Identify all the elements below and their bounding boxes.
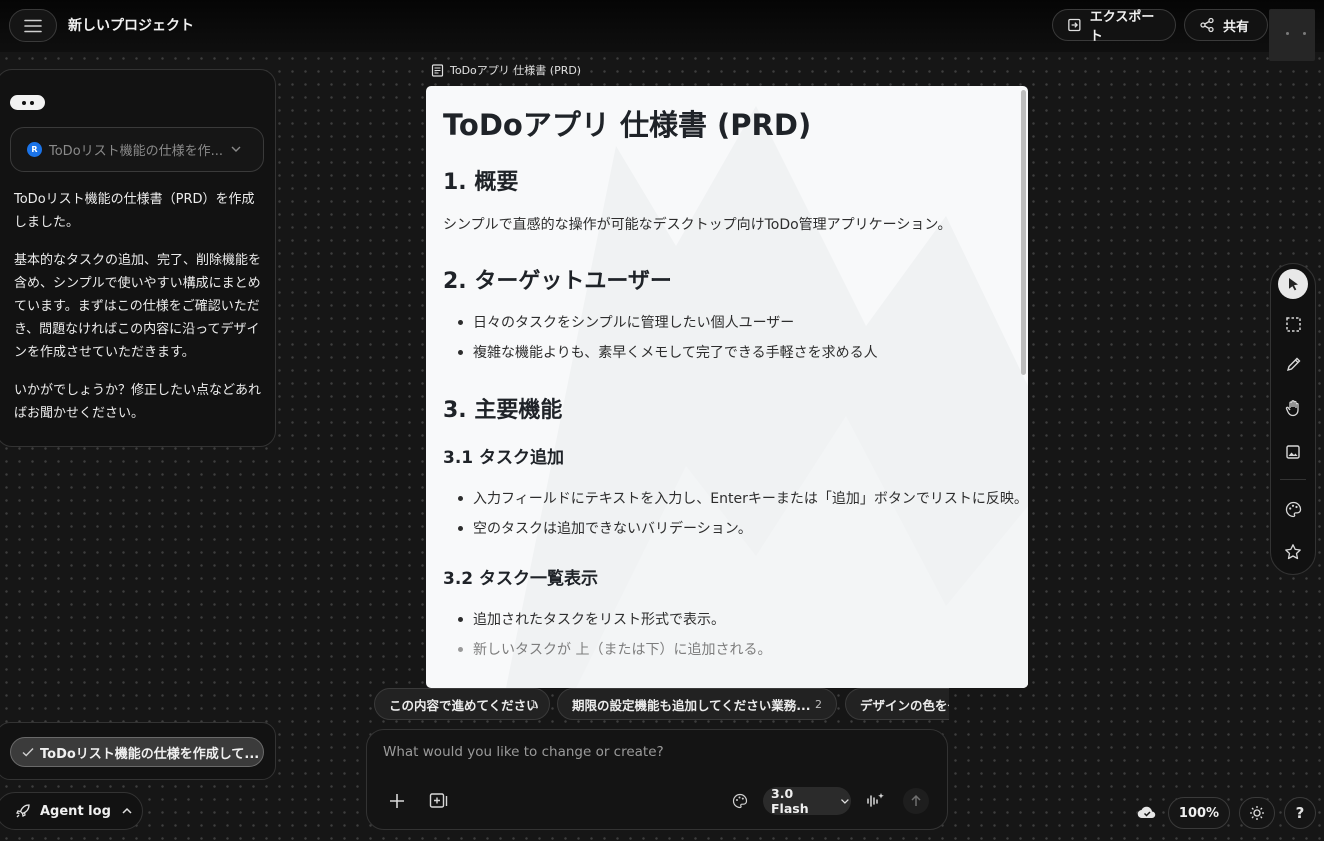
- section-heading: 2. ターゲットユーザー: [443, 269, 672, 294]
- pointer-icon: [1289, 278, 1298, 291]
- agent-log-label: Agent log: [40, 803, 111, 819]
- image-tool[interactable]: [1278, 437, 1308, 467]
- suggestion-label: 期限の設定機能も追加してください業務...: [572, 697, 811, 713]
- attach-screen-button[interactable]: [429, 792, 449, 810]
- document-title: ToDoアプリ 仕様書 (PRD): [443, 108, 812, 142]
- add-button[interactable]: [387, 791, 407, 811]
- export-button[interactable]: エクスポート: [1052, 9, 1176, 44]
- chevron-up-icon: [122, 807, 132, 814]
- cloud-sync-button[interactable]: [1137, 803, 1157, 821]
- suggestion-label: デザインの色をダー: [860, 697, 949, 713]
- prompt-input[interactable]: [383, 742, 923, 762]
- palette-button[interactable]: [732, 793, 748, 809]
- chat-panel: R ToDoリスト機能の仕様を作... ToDoリスト機能の仕様書（PRD）を作…: [0, 69, 276, 447]
- list-item: 追加されたタスクをリスト形式で表示。: [458, 609, 725, 629]
- document-canvas[interactable]: ToDoアプリ 仕様書 (PRD) 1. 概要 シンプルで直感的な操作が可能なデ…: [426, 86, 1028, 688]
- more-options-chip[interactable]: [10, 95, 45, 110]
- share-button[interactable]: 共有: [1184, 9, 1268, 41]
- document-tab[interactable]: ToDoアプリ 仕様書 (PRD): [431, 62, 581, 78]
- prompt-box: 3.0 Flash: [366, 729, 948, 830]
- list-item: 空のタスクは追加できないバリデーション。: [458, 518, 752, 538]
- cloud-check-icon: [1137, 806, 1156, 819]
- canvas-toolbar: [1270, 263, 1316, 575]
- chat-message: 基本的なタスクの追加、完了、削除機能を含め、シンプルで使いやすい構成にまとめてい…: [14, 253, 262, 360]
- completed-task-chip[interactable]: ToDoリスト機能の仕様を作成して...: [10, 737, 264, 767]
- completed-task-panel: ToDoリスト機能の仕様を作成して...: [0, 722, 276, 780]
- section-text: シンプルで直感的な操作が可能なデスクトップ向けToDo管理アプリケーション。: [443, 217, 952, 233]
- export-icon: [1068, 18, 1081, 32]
- chevron-down-icon: [231, 146, 241, 152]
- agent-log-button[interactable]: Agent log: [0, 792, 143, 830]
- hand-icon: [1285, 400, 1299, 417]
- chevron-down-icon: [841, 799, 849, 804]
- theme-toggle-button[interactable]: [1239, 797, 1275, 829]
- task-badge: R: [27, 142, 42, 157]
- suggestion-chip[interactable]: デザインの色をダー: [845, 688, 949, 720]
- document-scrollbar[interactable]: [1021, 90, 1026, 375]
- model-selector[interactable]: 3.0 Flash: [763, 786, 851, 816]
- list-item: 日々のタスクをシンプルに管理したい個人ユーザー: [457, 312, 794, 332]
- add-frame-icon: [429, 793, 448, 808]
- list-item: 複雑な機能よりも、素早くメモして完了できる手軽さを求める人: [458, 342, 878, 362]
- plus-icon: [390, 794, 404, 808]
- project-title[interactable]: 新しいプロジェクト: [68, 15, 194, 35]
- document-icon: [431, 63, 444, 77]
- toolbar-divider: [1280, 479, 1306, 480]
- select-tool[interactable]: [1278, 269, 1308, 299]
- section-heading: 3. 主要機能: [443, 398, 563, 423]
- sun-icon: [1250, 806, 1264, 820]
- task-selector[interactable]: R ToDoリスト機能の仕様を作...: [10, 127, 264, 172]
- send-button[interactable]: [903, 788, 929, 814]
- avatar[interactable]: [1269, 9, 1315, 61]
- palette-icon: [1285, 501, 1301, 517]
- hamburger-icon: [24, 19, 42, 32]
- star-icon: [1285, 544, 1301, 560]
- chat-message: いかがでしょうか？修正したい点などあればお聞かせください。: [14, 383, 262, 421]
- help-label: ?: [1295, 804, 1305, 822]
- marquee-tool[interactable]: [1278, 309, 1308, 339]
- completed-task-label: ToDoリスト機能の仕様を作成して...: [40, 746, 260, 762]
- section-heading: 1. 概要: [443, 170, 519, 195]
- share-label: 共有: [1223, 19, 1250, 35]
- list-item: 新しいタスクが 上（または下）に追加される。: [457, 639, 771, 659]
- pan-tool[interactable]: [1278, 393, 1308, 423]
- voice-input-button[interactable]: [865, 791, 885, 811]
- waveform-sparkle-icon: [867, 793, 884, 807]
- draw-tool[interactable]: [1278, 349, 1308, 379]
- subsection-heading: 3.1 タスク追加: [443, 448, 565, 468]
- suggestion-number: 1: [530, 697, 537, 711]
- marquee-select-icon: [1285, 316, 1301, 332]
- arrow-up-icon: [911, 794, 921, 806]
- theme-tool[interactable]: [1278, 494, 1308, 524]
- suggestion-chips: この内容で進めてください 1 期限の設定機能も追加してください業務... 2 デ…: [372, 688, 949, 721]
- chat-message: ToDoリスト機能の仕様書（PRD）を作成しました。: [14, 192, 255, 230]
- suggestion-label: この内容で進めてください: [389, 697, 539, 713]
- help-button[interactable]: ?: [1284, 797, 1316, 829]
- suggestion-number: 2: [815, 697, 822, 711]
- favorite-tool[interactable]: [1278, 537, 1308, 567]
- document-tab-label: ToDoアプリ 仕様書 (PRD): [450, 64, 582, 77]
- zoom-level[interactable]: 100%: [1168, 797, 1230, 829]
- pencil-icon: [1286, 357, 1300, 371]
- subsection-heading: 3.2 タスク一覧表示: [443, 569, 599, 589]
- menu-button[interactable]: [9, 9, 57, 42]
- suggestion-chip[interactable]: 期限の設定機能も追加してください業務... 2: [557, 688, 837, 720]
- image-icon: [1286, 445, 1300, 459]
- suggestion-chip[interactable]: この内容で進めてください 1: [374, 688, 550, 720]
- palette-icon: [732, 793, 748, 809]
- rocket-icon: [16, 804, 30, 818]
- task-selector-label: ToDoリスト機能の仕様を作...: [49, 144, 224, 159]
- share-icon: [1200, 17, 1214, 33]
- model-label: 3.0 Flash: [771, 786, 809, 816]
- check-icon: [22, 748, 34, 757]
- list-item: 入力フィールドにテキストを入力し、Enterキーまたは「追加」ボタンでリストに反…: [458, 488, 1028, 508]
- export-label: エクスポート: [1089, 10, 1155, 44]
